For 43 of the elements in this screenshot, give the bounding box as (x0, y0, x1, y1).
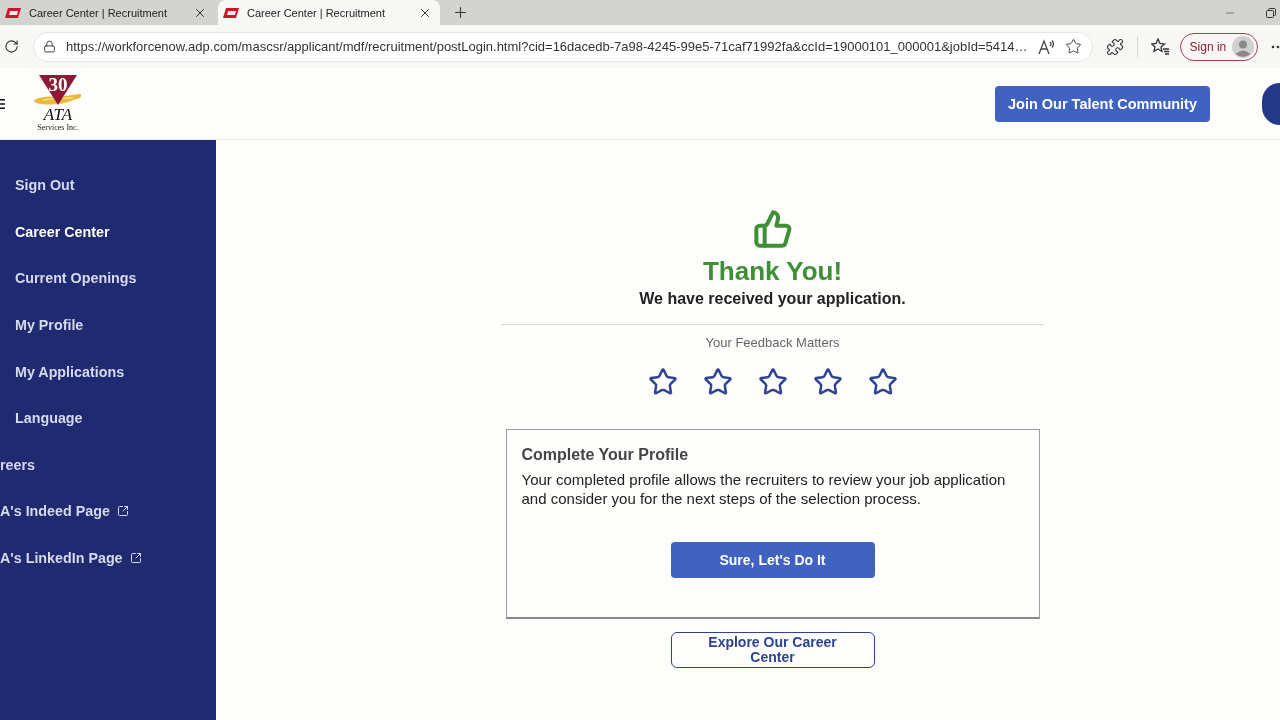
favorites-icon[interactable] (1150, 38, 1170, 55)
reload-icon[interactable] (4, 39, 19, 54)
complete-profile-button[interactable]: Sure, Let's Do It (670, 542, 875, 578)
rating-star-icon[interactable] (867, 367, 898, 397)
menu-icon[interactable] (0, 98, 5, 109)
sidebar-link[interactable]: reers (0, 456, 35, 473)
favorite-star-icon[interactable] (1064, 38, 1082, 55)
sidebar-link[interactable]: A's Indeed Page (0, 503, 129, 520)
explore-career-center-button[interactable]: Explore Our Career Center (670, 632, 875, 668)
account-avatar[interactable] (1262, 82, 1280, 125)
card-text: Your completed profile allows the recruiters to review your job application and consider you for the next steps of the selection process. (521, 470, 1007, 508)
more-icon[interactable] (1271, 44, 1280, 49)
confirmation-message: We have received your application. (639, 289, 906, 309)
rating-star-icon[interactable] (812, 367, 843, 397)
feedback-label: Your Feedback Matters (705, 335, 840, 351)
thank-you-title: Thank You! (702, 256, 843, 286)
sidebar-link[interactable]: A's LinkedIn Page (0, 550, 142, 567)
rating-star-icon[interactable] (757, 367, 788, 397)
browser-tab[interactable]: Career Center | Recruitment (218, 0, 440, 25)
rating-star-icon[interactable] (647, 367, 678, 397)
sidebar-link[interactable]: Career Center (15, 223, 110, 240)
tab-favicon-icon (5, 7, 21, 18)
read-aloud-icon[interactable] (1037, 38, 1055, 55)
tab-favicon-icon (223, 7, 239, 18)
rating-star-icon[interactable] (702, 367, 733, 397)
avatar-icon (1232, 35, 1255, 58)
logo-tagline: Services Inc. (37, 123, 79, 132)
logo-name: ATA (43, 107, 73, 123)
sidebar-link[interactable]: Current Openings (15, 270, 137, 287)
sign-in-button[interactable]: Sign in (1179, 32, 1259, 61)
address-field[interactable]: https://workforcenow.adp.com/mascsr/applicant/mdf/recruitment/postLogin.html?cid=16dacedb-7a98-4245-99e5-71caf71992fa&ccId=19000101_000001&jobId=5414… (33, 31, 1093, 62)
restore-icon[interactable] (1266, 7, 1276, 18)
sidebar-link[interactable]: Sign Out (15, 177, 75, 194)
sidebar-link[interactable]: Language (15, 410, 83, 427)
lock-icon[interactable] (43, 40, 56, 53)
new-tab-icon[interactable] (452, 4, 469, 21)
thumbs-up-icon (752, 209, 793, 249)
card-title: Complete Your Profile (521, 445, 690, 465)
airplane-icon (33, 93, 83, 107)
join-talent-community-button[interactable]: Join Our Talent Community (995, 85, 1210, 122)
sidebar-link[interactable]: My Applications (15, 363, 125, 380)
sidebar-link[interactable]: My Profile (15, 317, 84, 334)
extensions-icon[interactable] (1105, 37, 1124, 56)
